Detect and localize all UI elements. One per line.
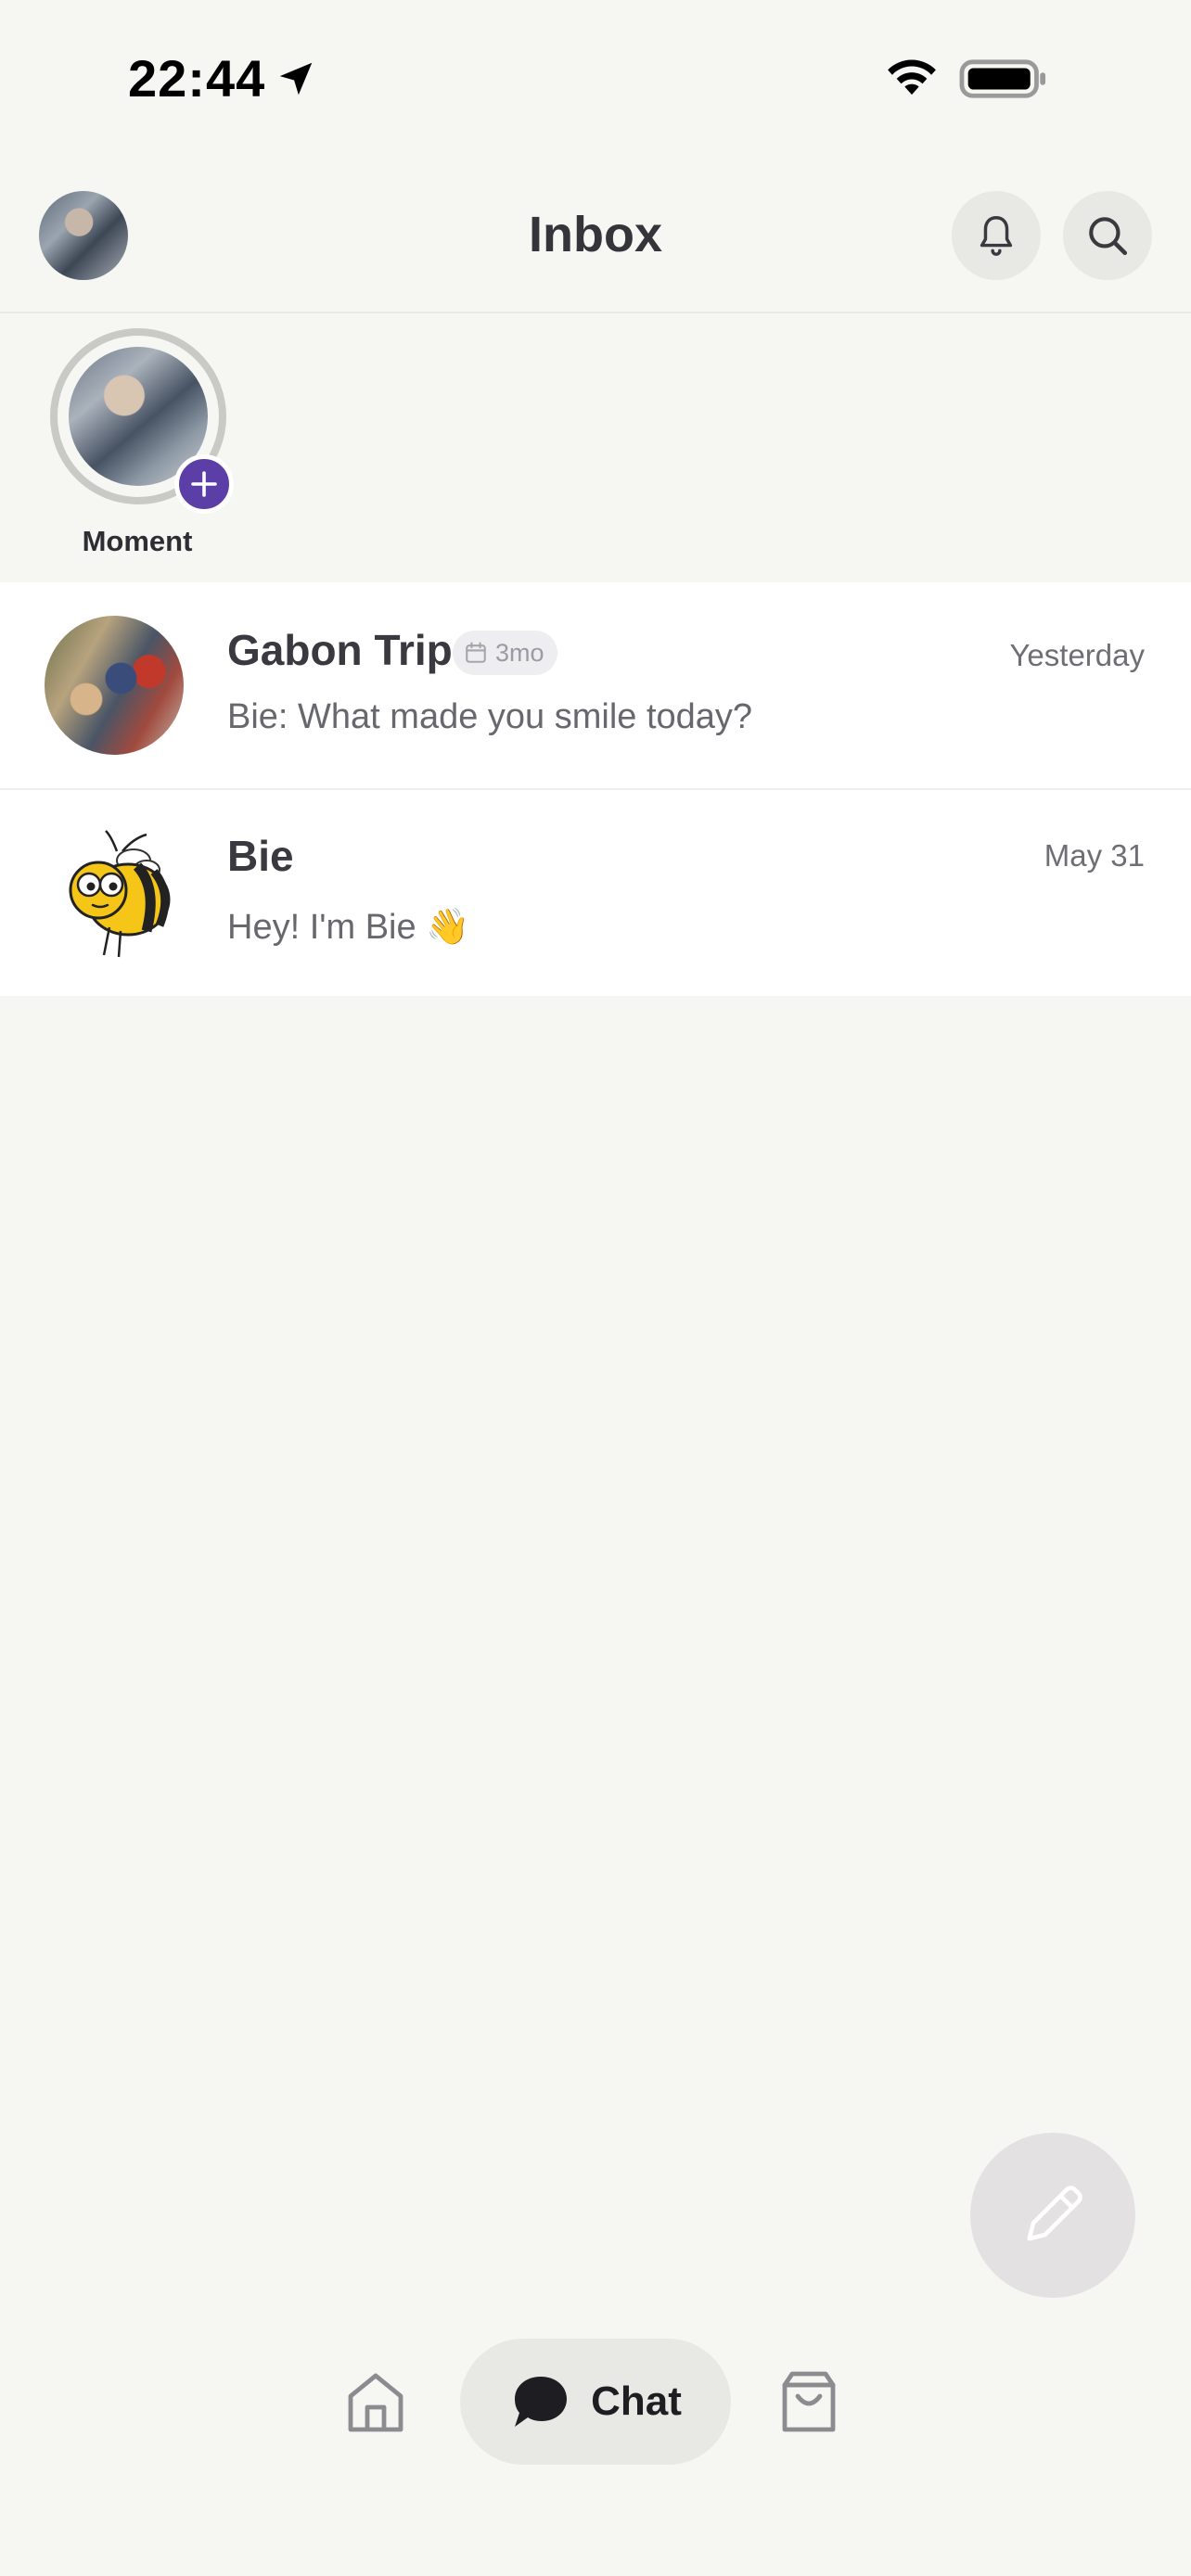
bell-icon — [980, 216, 1013, 256]
group-avatar — [45, 616, 184, 755]
moment-label: Moment — [82, 525, 193, 557]
badge-label: 3mo — [495, 638, 544, 667]
moments-strip: Moment — [0, 315, 1191, 582]
bee-avatar — [69, 830, 171, 958]
battery-icon — [959, 59, 1046, 98]
search-icon — [1089, 217, 1128, 256]
nav-chat-tab[interactable]: Chat — [460, 2339, 731, 2465]
conversation-preview: Bie: What made you smile today? — [227, 697, 753, 736]
conversation-row-gabon-trip[interactable]: Gabon Trip 3mo Yesterday Bie: What made … — [0, 582, 1191, 788]
conversation-list: Gabon Trip 3mo Yesterday Bie: What made … — [0, 582, 1191, 996]
conversation-title: Bie — [227, 832, 294, 880]
calendar-icon — [466, 642, 486, 663]
moment-avatar[interactable] — [50, 328, 234, 514]
add-moment-button[interactable] — [174, 454, 234, 514]
pencil-icon — [1027, 2186, 1082, 2241]
bottom-nav: Chat — [299, 2322, 892, 2480]
compose-button[interactable] — [970, 2133, 1135, 2298]
conversation-title: Gabon Trip — [227, 626, 453, 674]
search-button[interactable] — [1063, 191, 1152, 280]
location-arrow-icon — [279, 62, 313, 96]
plus-icon — [191, 471, 217, 497]
nav-chat-label: Chat — [591, 2378, 682, 2424]
status-time: 22:44 — [128, 49, 266, 108]
conversation-row-bie[interactable]: Bie May 31 Hey! I'm Bie 👋 — [0, 788, 1191, 996]
home-icon[interactable] — [345, 2370, 406, 2435]
chat-bubble-icon — [515, 2377, 568, 2427]
inbox-screen: 22:44 Inbox Moment Gabon Trip 3mo Yester… — [0, 0, 1191, 2576]
conversation-preview: Hey! I'm Bie 👋 — [227, 908, 470, 947]
conversation-time: Yesterday — [1009, 638, 1145, 672]
conversation-time: May 31 — [1044, 838, 1145, 873]
notifications-button[interactable] — [952, 191, 1041, 280]
duration-badge: 3mo — [453, 631, 557, 675]
inbox-header: Inbox — [0, 158, 1191, 313]
shopping-bag-icon[interactable] — [777, 2368, 840, 2435]
status-bar: 22:44 — [0, 0, 1191, 158]
wifi-icon — [888, 59, 936, 96]
